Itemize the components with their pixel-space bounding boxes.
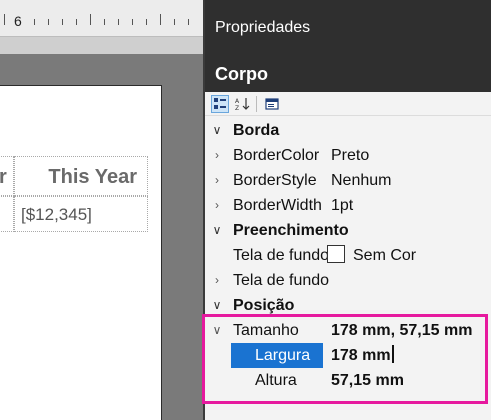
category-preenchimento[interactable]: ∨ Preenchimento: [205, 218, 491, 243]
property-value[interactable]: 1pt: [331, 193, 353, 218]
table-data-cell-this-year[interactable]: [$12,345]: [14, 196, 148, 232]
property-value[interactable]: 178 mm, 57,15 mm: [331, 318, 472, 343]
color-value-text: Sem Cor: [353, 247, 417, 264]
alphabetical-sort-icon[interactable]: AZ: [234, 95, 252, 113]
horizontal-ruler: 6: [0, 0, 203, 37]
expand-chevron-icon[interactable]: ›: [211, 193, 223, 218]
property-label: Largura: [231, 343, 323, 368]
property-altura[interactable]: Altura 57,15 mm: [205, 368, 491, 393]
table-header-cell-previous[interactable]: r: [0, 156, 14, 196]
collapse-chevron-icon[interactable]: ∨: [211, 118, 223, 143]
ruler-tick: [34, 19, 35, 25]
ruler-tick: [174, 19, 175, 25]
property-label: BorderStyle: [233, 172, 317, 189]
collapse-chevron-icon[interactable]: ∨: [211, 293, 223, 318]
svg-text:A: A: [235, 98, 240, 105]
text-caret: [391, 345, 394, 363]
property-label: Altura: [255, 372, 297, 389]
properties-panel: Propriedades Corpo AZ ∨ Borda › BorderCo…: [203, 0, 491, 420]
ruler-tick: [160, 14, 161, 25]
property-value[interactable]: Nenhum: [331, 168, 391, 193]
property-value-input[interactable]: 178 mm: [331, 343, 394, 368]
table-header-cell-this-year[interactable]: This Year: [14, 156, 148, 196]
svg-text:Z: Z: [235, 105, 239, 111]
property-label: Tela de fundo: [233, 272, 329, 289]
ruler-tick: [90, 14, 91, 25]
category-borda[interactable]: ∨ Borda: [205, 118, 491, 143]
property-value[interactable]: Sem Cor: [327, 243, 417, 268]
ruler-tick: [118, 19, 119, 25]
report-design-surface: 6 r This Year [$12,345]: [0, 0, 203, 420]
expand-chevron-icon[interactable]: ›: [211, 268, 223, 293]
collapse-chevron-icon[interactable]: ∨: [211, 218, 223, 243]
report-page[interactable]: r This Year [$12,345]: [0, 85, 162, 420]
ruler-tick: [104, 19, 105, 25]
category-label: Preenchimento: [233, 222, 349, 239]
category-posicao[interactable]: ∨ Posição: [205, 293, 491, 318]
ruler-tick: [146, 19, 147, 25]
ruler-tick: [132, 19, 133, 25]
properties-header: Propriedades Corpo: [205, 0, 491, 92]
expand-chevron-icon[interactable]: ›: [211, 143, 223, 168]
selected-object-name: Corpo: [215, 64, 268, 84]
collapse-chevron-icon[interactable]: ∨: [211, 318, 223, 343]
property-label: Tamanho: [233, 322, 299, 339]
table-header-text: This Year: [48, 166, 137, 188]
toolbar-separator: [256, 96, 257, 112]
ruler-tick: [62, 19, 63, 25]
property-background-color[interactable]: Tela de fundo Sem Cor: [205, 243, 491, 268]
property-border-color[interactable]: › BorderColor Preto: [205, 143, 491, 168]
property-largura[interactable]: Largura 178 mm: [205, 343, 491, 368]
ruler-tick: [48, 19, 49, 25]
property-background-image[interactable]: › Tela de fundo: [205, 268, 491, 293]
table-data-text: [$12,345]: [21, 205, 92, 224]
property-value[interactable]: 57,15 mm: [331, 368, 404, 393]
properties-toolbar: AZ: [205, 92, 491, 116]
properties-title: Propriedades: [215, 19, 311, 36]
category-label: Posição: [233, 297, 295, 314]
property-grid: ∨ Borda › BorderColor Preto › BorderStyl…: [205, 118, 491, 393]
property-tamanho[interactable]: ∨ Tamanho 178 mm, 57,15 mm: [205, 318, 491, 343]
property-border-width[interactable]: › BorderWidth 1pt: [205, 193, 491, 218]
property-pages-icon[interactable]: [263, 95, 281, 113]
ruler-tick: [188, 19, 189, 25]
table-data-cell-previous[interactable]: [0, 196, 14, 232]
ruler-tick: [4, 14, 5, 25]
ruler-tick: [76, 19, 77, 25]
property-value[interactable]: Preto: [331, 143, 369, 168]
ruler-strip: [0, 37, 203, 54]
ruler-number: 6: [14, 13, 22, 29]
property-border-style[interactable]: › BorderStyle Nenhum: [205, 168, 491, 193]
category-label: Borda: [233, 122, 280, 139]
property-label: BorderWidth: [233, 197, 322, 214]
property-label: Tela de fundo: [233, 247, 329, 264]
property-label: BorderColor: [233, 147, 320, 164]
expand-chevron-icon[interactable]: ›: [211, 168, 223, 193]
color-swatch-icon[interactable]: [327, 245, 345, 263]
largura-value-text: 178 mm: [331, 347, 391, 364]
categorized-icon[interactable]: [211, 95, 229, 113]
table-header-partial-text: r: [0, 166, 7, 188]
